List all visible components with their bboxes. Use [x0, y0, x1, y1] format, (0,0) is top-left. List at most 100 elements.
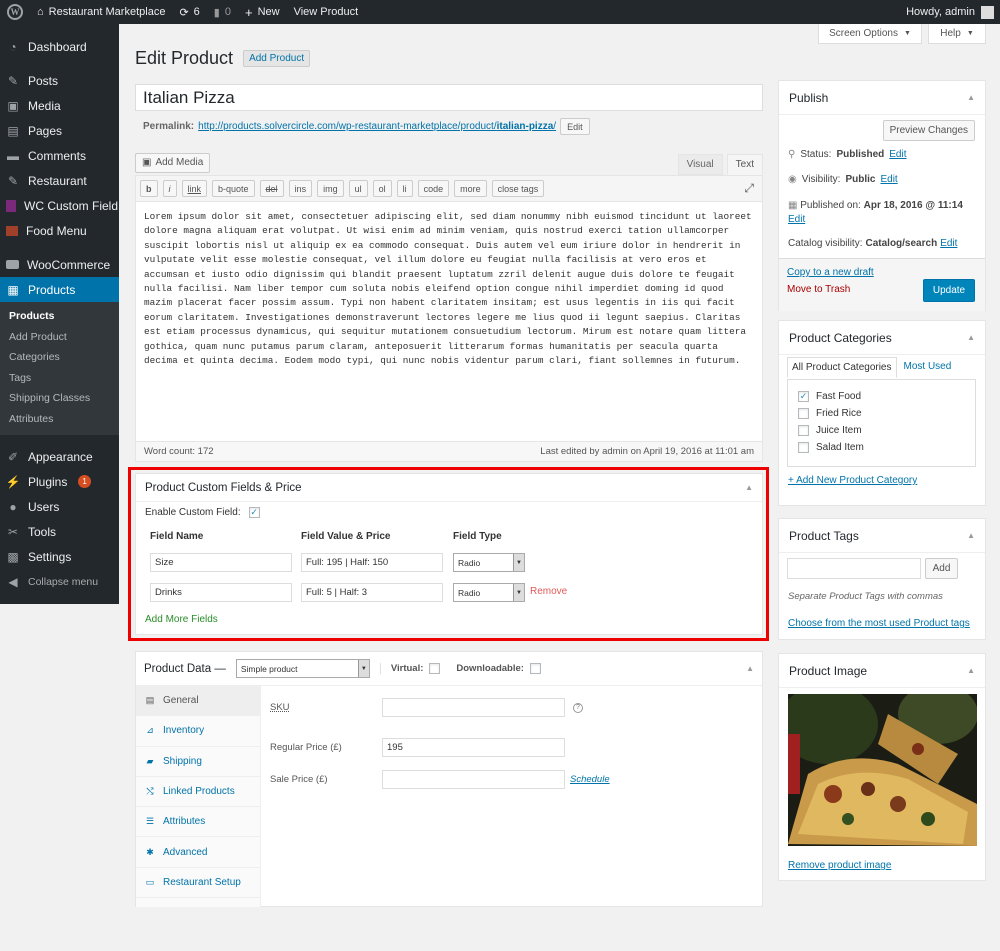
- sidebar-item-plugins[interactable]: ⚡ Plugins 1: [0, 469, 119, 494]
- toggle-arrow-icon[interactable]: ▲: [967, 666, 975, 675]
- view-product-link[interactable]: View Product: [287, 0, 366, 24]
- sku-input[interactable]: [382, 698, 565, 717]
- qt-more-button[interactable]: more: [454, 180, 487, 197]
- screen-options-button[interactable]: Screen Options ▼: [818, 24, 922, 44]
- tab-linked-products[interactable]: ⤭ Linked Products: [136, 777, 260, 808]
- collapse-menu-button[interactable]: ◀ Collapse menu: [0, 569, 119, 594]
- sidebar-item-tools[interactable]: ✂ Tools: [0, 519, 119, 544]
- copy-draft-link[interactable]: Copy to a new draft: [787, 267, 874, 278]
- submenu-add-product[interactable]: Add Product: [0, 327, 119, 348]
- edit-catalog-link[interactable]: Edit: [940, 238, 957, 249]
- product-image[interactable]: [788, 694, 977, 846]
- new-tag-input[interactable]: [787, 558, 921, 579]
- qt-close-tags-button[interactable]: close tags: [491, 180, 545, 197]
- toggle-arrow-icon[interactable]: ▲: [967, 333, 975, 342]
- updates-menu[interactable]: ⟳ 6: [172, 0, 206, 24]
- submenu-attributes[interactable]: Attributes: [0, 409, 119, 430]
- sidebar-item-products[interactable]: ▦ Products: [0, 277, 119, 302]
- comments-menu[interactable]: ▮ 0: [207, 0, 238, 24]
- publish-header[interactable]: Publish ▲: [779, 81, 985, 115]
- sidebar-item-restaurant[interactable]: ✎ Restaurant: [0, 168, 119, 193]
- sidebar-item-woocommerce[interactable]: WooCommerce: [0, 252, 119, 277]
- qt-del-button[interactable]: del: [259, 180, 284, 197]
- category-item[interactable]: Fried Rice: [798, 405, 965, 422]
- tab-inventory[interactable]: ⊿ Inventory: [136, 716, 260, 747]
- help-tip-icon[interactable]: ?: [573, 702, 583, 713]
- qt-link-button[interactable]: link: [181, 180, 208, 197]
- sidebar-item-posts[interactable]: ✎ Posts: [0, 68, 119, 93]
- submenu-tags[interactable]: Tags: [0, 368, 119, 389]
- fullscreen-icon[interactable]: ⤢: [744, 181, 754, 196]
- toggle-arrow-icon[interactable]: ▲: [967, 93, 975, 102]
- category-checkbox[interactable]: [798, 442, 809, 453]
- qt-code-button[interactable]: code: [417, 180, 450, 197]
- tab-shipping[interactable]: ▰ Shipping: [136, 747, 260, 777]
- update-button[interactable]: Update: [923, 279, 975, 302]
- schedule-link[interactable]: Schedule: [570, 774, 610, 785]
- sidebar-item-wc-custom-field[interactable]: WC Custom Field: [0, 193, 119, 218]
- add-tag-button[interactable]: Add: [925, 558, 958, 579]
- category-checkbox[interactable]: [798, 425, 809, 436]
- category-item[interactable]: Salad Item: [798, 439, 965, 456]
- regular-price-input[interactable]: 195: [382, 738, 565, 757]
- tab-all-categories[interactable]: All Product Categories: [787, 357, 897, 378]
- sidebar-item-food-menu[interactable]: Food Menu: [0, 218, 119, 243]
- tab-text[interactable]: Text: [726, 154, 763, 175]
- remove-image-link[interactable]: Remove product image: [788, 860, 891, 871]
- tab-most-used[interactable]: Most Used: [897, 357, 959, 378]
- submenu-shipping-classes[interactable]: Shipping Classes: [0, 388, 119, 409]
- image-header[interactable]: Product Image ▲: [779, 654, 985, 688]
- sale-price-input[interactable]: [382, 770, 565, 789]
- new-content-menu[interactable]: + New: [238, 0, 287, 24]
- add-media-button[interactable]: ▣ Add Media: [135, 152, 211, 173]
- tab-restaurant-setup[interactable]: ▭ Restaurant Setup: [136, 868, 260, 899]
- sidebar-item-pages[interactable]: ▤ Pages: [0, 118, 119, 143]
- help-button[interactable]: Help ▼: [928, 24, 986, 44]
- qt-ul-button[interactable]: ul: [348, 180, 368, 197]
- my-account-menu[interactable]: Howdy, admin: [906, 5, 1000, 19]
- submenu-categories[interactable]: Categories: [0, 347, 119, 368]
- category-item[interactable]: Juice Item: [798, 422, 965, 439]
- submenu-products[interactable]: Products: [0, 306, 119, 327]
- toggle-arrow-icon[interactable]: ▲: [967, 531, 975, 540]
- qt-bold-button[interactable]: b: [140, 180, 158, 197]
- qt-bquote-button[interactable]: b-quote: [212, 180, 255, 197]
- edit-visibility-link[interactable]: Edit: [880, 174, 897, 185]
- preview-changes-button[interactable]: Preview Changes: [882, 120, 975, 141]
- move-to-trash-link[interactable]: Move to Trash: [787, 284, 850, 295]
- sidebar-item-appearance[interactable]: ✐ Appearance: [0, 444, 119, 469]
- add-product-button[interactable]: Add Product: [243, 50, 311, 67]
- category-item[interactable]: ✓ Fast Food: [798, 388, 965, 405]
- sidebar-item-media[interactable]: ▣ Media: [0, 93, 119, 118]
- qt-italic-button[interactable]: i: [162, 180, 177, 197]
- tab-advanced[interactable]: ✱ Advanced: [136, 837, 260, 868]
- toggle-arrow-icon[interactable]: ▲: [746, 664, 754, 673]
- product-title-input[interactable]: Italian Pizza: [135, 84, 763, 111]
- categories-header[interactable]: Product Categories ▲: [779, 321, 985, 355]
- category-checkbox[interactable]: [798, 408, 809, 419]
- qt-img-button[interactable]: img: [317, 180, 344, 197]
- edit-date-link[interactable]: Edit: [788, 214, 805, 225]
- qt-ol-button[interactable]: ol: [372, 180, 392, 197]
- site-name-menu[interactable]: ⌂ Restaurant Marketplace: [30, 0, 172, 24]
- tab-attributes[interactable]: ☰ Attributes: [136, 807, 260, 838]
- category-checkbox[interactable]: ✓: [798, 391, 809, 402]
- permalink-link[interactable]: http://products.solvercircle.com/wp-rest…: [198, 121, 556, 132]
- wordpress-logo-menu[interactable]: W: [0, 0, 30, 24]
- tab-visual[interactable]: Visual: [677, 154, 723, 175]
- downloadable-checkbox[interactable]: [529, 663, 541, 674]
- product-type-select[interactable]: Simple product ▼: [235, 659, 370, 678]
- sidebar-item-users[interactable]: ● Users: [0, 494, 119, 519]
- sidebar-item-comments[interactable]: ▬ Comments: [0, 143, 119, 168]
- choose-tags-link[interactable]: Choose from the most used Product tags: [788, 618, 970, 629]
- qt-ins-button[interactable]: ins: [288, 180, 313, 197]
- qt-li-button[interactable]: li: [396, 180, 413, 197]
- virtual-checkbox[interactable]: [429, 663, 441, 674]
- add-new-category-link[interactable]: + Add New Product Category: [788, 475, 917, 486]
- sidebar-item-settings[interactable]: ▩ Settings: [0, 544, 119, 569]
- tab-general[interactable]: ▤ General: [136, 686, 260, 717]
- edit-status-link[interactable]: Edit: [889, 149, 906, 160]
- sidebar-item-dashboard[interactable]: ◔ Dashboard: [0, 34, 119, 59]
- editor-textarea[interactable]: Lorem ipsum dolor sit amet, consectetuer…: [135, 202, 763, 442]
- permalink-edit-button[interactable]: Edit: [560, 118, 590, 135]
